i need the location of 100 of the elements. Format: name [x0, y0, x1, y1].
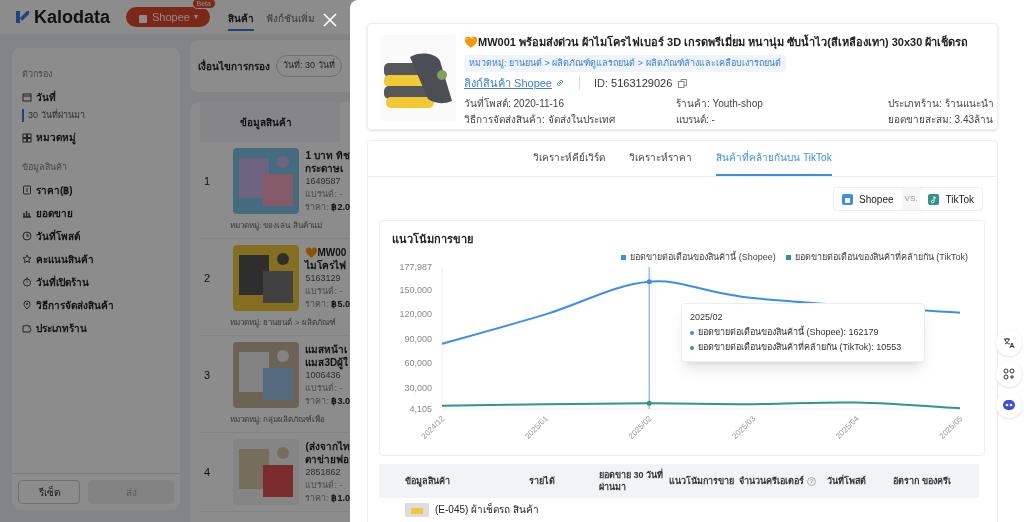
rank-number: 1 [203, 173, 212, 189]
category-tag: หมวดหมู่: ยานยนต์ > ผลิตภัณฑ์ดูแลรถยนต์ > ผลิตภัณฑ์ล้างและเคลือบเงารถยนต์ [464, 54, 786, 72]
price-text: ราคา: ฿5.0 [305, 297, 350, 311]
price-tag-icon [22, 185, 32, 195]
bar-chart-icon [22, 208, 32, 218]
filter-item[interactable]: ประเภทร้าน [36, 320, 87, 336]
filter-label: วันที่ [36, 89, 56, 105]
filter-item[interactable]: วันที่เปิดร้าน [36, 274, 89, 290]
legend-item[interactable]: ยอดขายต่อเดือนของสินค้าที่คล้ายกัน (TikTok) [785, 251, 968, 265]
detail-text: แบรนด์: - [676, 112, 716, 127]
rank-number: 4 [203, 464, 212, 480]
category-text: หมวดหมู่: ของเล่น สินค้าแม่ [229, 220, 323, 232]
translate-icon [1001, 335, 1017, 351]
column-header: รายได้ [529, 475, 555, 487]
axis-tick-label: 30,000 [404, 382, 432, 393]
tooltip-line: ยอดขายต่อเดือนของสินค้าที่คล้ายกัน (TikTok): 10553 [698, 340, 902, 354]
product-id: 1006436 [305, 369, 341, 382]
column-header: ยอดขาย 30 วันที่ผ่านมา [599, 469, 664, 493]
product-title: ไมโครไฟ [305, 258, 348, 272]
price-text: ราคา: ฿1.0 [305, 491, 350, 505]
product-title: แมสหน้าเ [305, 342, 349, 356]
puzzle-icon [22, 323, 32, 333]
vs-text: VS. [903, 193, 919, 205]
product-title: (ส่งจากไท [305, 439, 350, 453]
product-title: (E-045) ผ้าเช็ดรถ สินค้า [435, 502, 539, 517]
shopee-option[interactable]: Shopee [834, 188, 902, 210]
reset-button[interactable]: รีเซ็ต [18, 480, 80, 504]
star-icon [22, 254, 32, 264]
tooltip-line: ยอดขายต่อเดือนของสินค้านี้ (Shopee): 162179 [698, 325, 879, 339]
logo-text: Kalodata [34, 5, 111, 29]
product-id: ID: 5163129026 [594, 76, 673, 91]
product-title: 🧡MW00 [305, 245, 348, 259]
rank-number: 3 [203, 367, 212, 383]
product-title: แมส3Dผู้ใ [305, 355, 350, 369]
category-text: หมวดหมู่: ยานยนต์ > ผลิตภัณฑ์ [229, 317, 337, 329]
filter-item[interactable]: วันที่โพสต์ [36, 228, 80, 244]
robot-icon [1001, 397, 1017, 413]
axis-tick-label: 60,000 [404, 358, 432, 369]
tab[interactable]: วิเคราะห์ราคา [629, 141, 693, 176]
axis-tick-label: 150,000 [399, 284, 432, 295]
section-label: ตัวกรอง [22, 68, 53, 81]
product-id: 2851862 [305, 465, 342, 479]
axis-tick-label: 177,987 [399, 262, 432, 272]
product-id: 1649587 [305, 174, 342, 188]
link-icon [555, 78, 565, 89]
filter-bar-label: เงื่อนไขการกรอง [198, 58, 270, 74]
brand-text: แบรนด์: - [305, 381, 344, 395]
product-title: 🧡MW001 พร้อมส่งด่วน ผ้าไมโครไฟเบอร์ 3D เกรดพรีเมี่ยม หนานุ่ม ซับน้ำไว(สีเหลืองเทา) 30x30 ผ้าเช็ดรถ [464, 34, 970, 51]
column-header: ข้อมูลสินค้า [405, 475, 450, 487]
data-point [646, 400, 652, 406]
grid-icon [22, 132, 32, 143]
product-id: 5163129 [305, 271, 342, 285]
column-header: จำนวนครีเอเตอร์ [739, 475, 804, 487]
axis-tick-label: 120,000 [399, 309, 432, 320]
column-header: อัตราก ของครีเ [893, 475, 951, 487]
product-title: กระดาษเ [305, 161, 345, 175]
tab[interactable]: วิเคราะห์คีย์เวิร์ด [533, 141, 606, 176]
detail-text: ประเภทร้าน: ร้านแนะนำ [888, 96, 994, 111]
tiktok-option[interactable]: TikTok [920, 188, 982, 210]
product-title: ตาข่ายฟอ [305, 452, 350, 466]
axis-tick-label: 4,105 [409, 404, 432, 414]
filter-item[interactable]: ยอดขาย [36, 205, 73, 221]
legend-item[interactable]: ยอดขายต่อเดือนของสินค้านี้ (Shopee) [621, 251, 776, 265]
nav-tab[interactable]: สินค้า [227, 7, 254, 31]
close-icon [323, 13, 337, 27]
clock-icon [22, 231, 32, 241]
column-header: วันที่โพสต์ [827, 475, 866, 487]
data-point [646, 279, 652, 285]
nav-tab[interactable]: ฟังก์ชันเพิ่ม [265, 7, 315, 31]
brand-text: แบรนด์: - [305, 478, 344, 492]
tab[interactable]: สินค้าที่คล้ายกันบน TikTok [716, 141, 832, 176]
platform-selector[interactable]: Shopee ▾ [126, 7, 210, 27]
price-text: ราคา: ฿2.0 [305, 200, 350, 214]
music-note-icon [928, 193, 940, 205]
copy-icon [678, 78, 688, 88]
rank-number: 2 [203, 270, 212, 286]
detail-text: วิธีการจัดส่งสินค้า: จัดส่งในประเทศ [464, 112, 616, 127]
price-text: ราคา: ฿3.0 [305, 394, 350, 408]
calendar-icon [22, 92, 32, 102]
detail-text: ร้านค้า: Youth-shop [676, 96, 764, 111]
filter-item[interactable]: ราคา(฿) [36, 182, 73, 198]
grid-icon [1001, 366, 1017, 382]
filter-item[interactable]: คะแนนสินค้า [36, 251, 94, 267]
product-link[interactable]: ลิงก์สินค้า Shopee [464, 75, 565, 92]
brand-text: แบรนด์: - [305, 187, 344, 201]
logo-icon [14, 9, 30, 25]
detail-text: ยอดขายสะสม: 3.43ล้าน [888, 112, 994, 127]
axis-tick-label: 90,000 [404, 333, 432, 344]
detail-text: วันที่โพสต์: 2020-11-16 [464, 95, 565, 111]
timer-icon [22, 277, 32, 287]
bag-icon [842, 193, 854, 205]
product-title: 1 บาท ทิช [305, 148, 350, 162]
brand-text: แบรนด์: - [305, 284, 344, 298]
category-text: หมวดหมู่: กลุ่มผลิตภัณฑ์เพื่อ [229, 414, 327, 426]
chart-title: แนวโน้มการขาย [392, 231, 473, 247]
filter-item[interactable]: วิธีการจัดส่งสินค้า [36, 297, 114, 313]
column-header: แนวโน้มการขาย [669, 475, 734, 487]
filter-value: 30 วันที่ผ่านมา [22, 108, 170, 122]
section-label: ข้อมูลสินค้า [22, 161, 68, 175]
filter-item[interactable]: หมวดหมู่ [36, 130, 76, 145]
